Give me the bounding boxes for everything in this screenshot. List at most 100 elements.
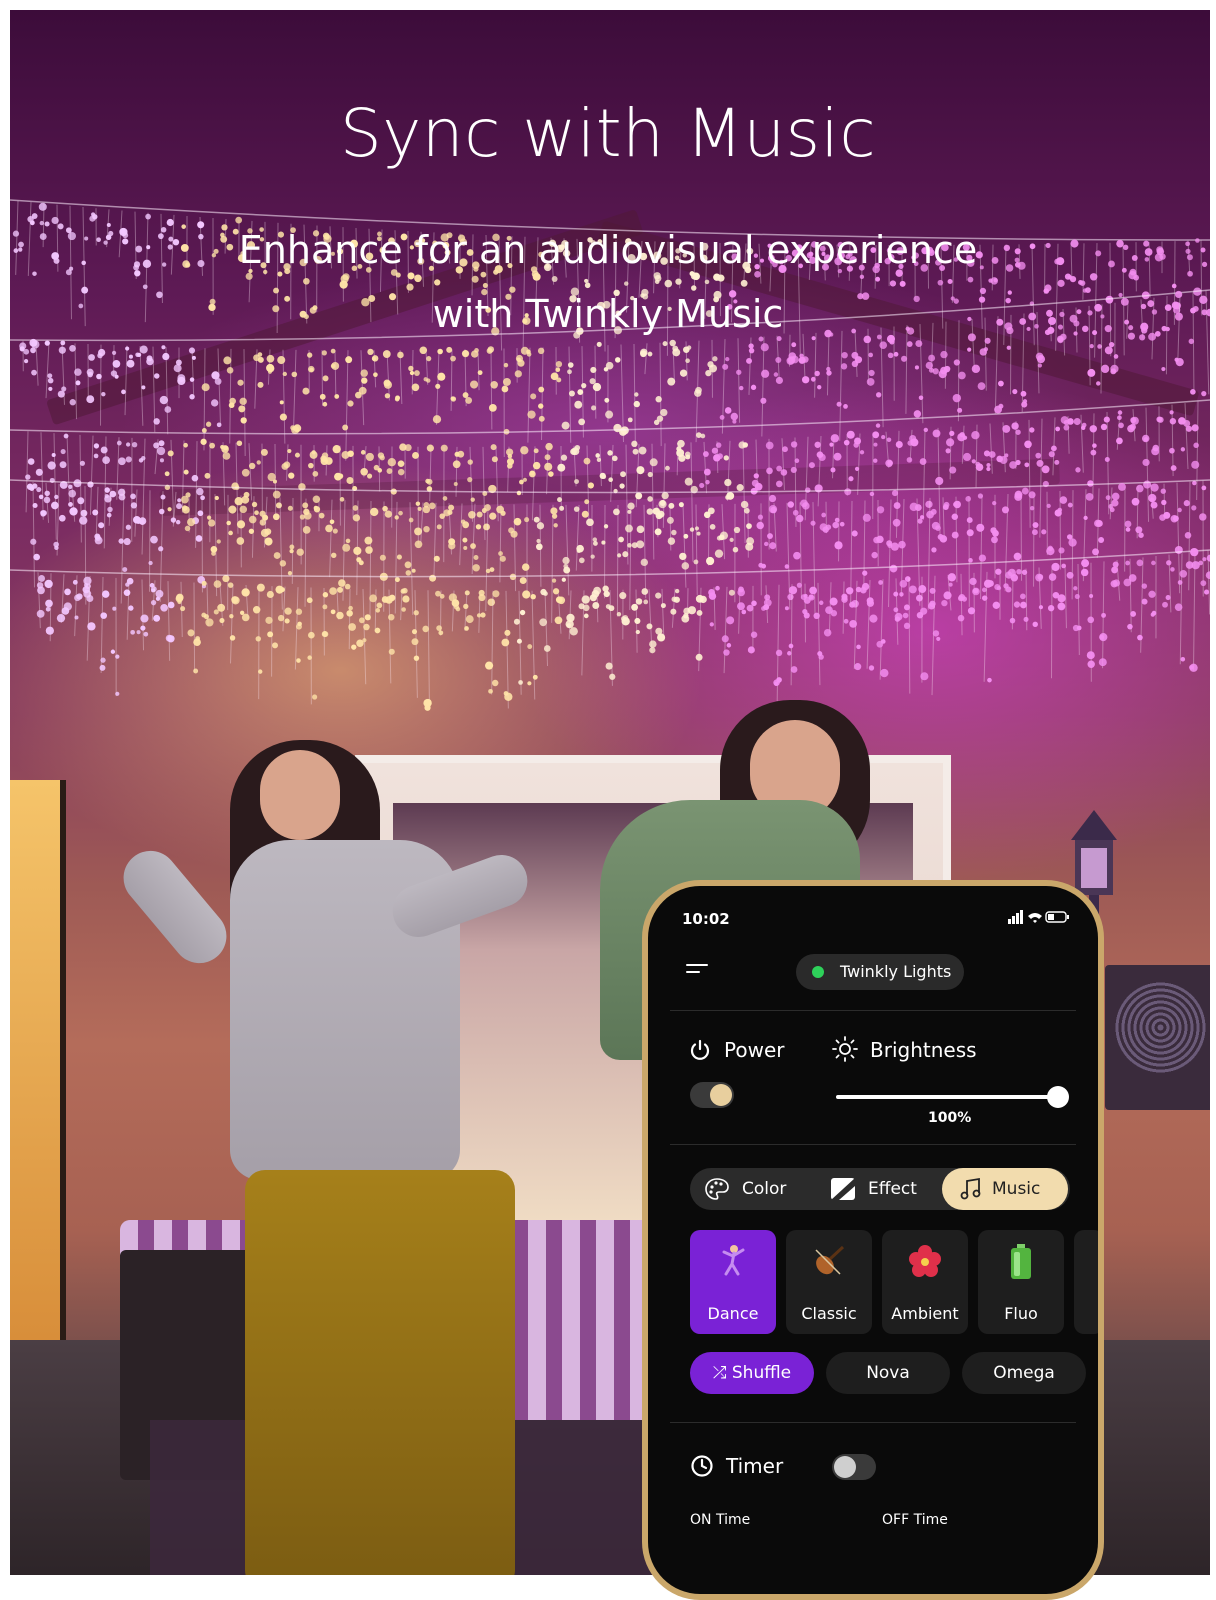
light-drop bbox=[430, 447, 431, 501]
light-bulb bbox=[1148, 591, 1155, 598]
light-bulb bbox=[844, 440, 850, 446]
light-bulb bbox=[764, 542, 768, 546]
light-bulb bbox=[107, 513, 112, 518]
light-bulb bbox=[975, 462, 980, 467]
light-bulb bbox=[109, 491, 116, 498]
light-bulb bbox=[730, 538, 734, 542]
light-bulb bbox=[217, 539, 221, 543]
brightness-slider-track[interactable] bbox=[836, 1095, 1058, 1099]
light-bulb bbox=[360, 468, 368, 476]
effect-next-partial[interactable] bbox=[1074, 1230, 1098, 1334]
light-bulb bbox=[503, 378, 511, 386]
effect-icon bbox=[830, 1177, 856, 1201]
light-bulb bbox=[478, 370, 483, 375]
light-bulb bbox=[377, 468, 382, 473]
light-bulb bbox=[1136, 485, 1144, 493]
light-bulb bbox=[1161, 367, 1165, 371]
light-bulb bbox=[949, 583, 953, 587]
light-drop bbox=[617, 505, 618, 617]
power-toggle[interactable] bbox=[690, 1082, 734, 1108]
light-drop bbox=[587, 446, 589, 521]
light-bulb bbox=[143, 632, 148, 637]
light-bulb bbox=[54, 546, 58, 550]
light-bulb bbox=[685, 358, 690, 363]
light-bulb bbox=[1067, 572, 1074, 579]
light-bulb bbox=[1161, 489, 1166, 494]
light-bulb bbox=[129, 355, 133, 359]
light-bulb bbox=[1058, 547, 1064, 553]
light-bulb bbox=[584, 614, 589, 619]
light-bulb bbox=[258, 352, 263, 357]
light-bulb bbox=[1090, 450, 1096, 456]
light-bulb bbox=[514, 518, 522, 526]
light-bulb bbox=[924, 428, 928, 432]
light-bulb bbox=[1081, 569, 1088, 576]
light-bulb bbox=[467, 477, 472, 482]
light-bulb bbox=[731, 413, 738, 420]
light-bulb bbox=[844, 619, 849, 624]
light-bulb bbox=[261, 449, 268, 456]
effect-dance[interactable]: Dance bbox=[690, 1230, 776, 1334]
light-bulb bbox=[703, 451, 709, 457]
light-bulb bbox=[550, 507, 557, 514]
light-drop bbox=[470, 447, 473, 522]
preset-nova[interactable]: Nova bbox=[826, 1352, 950, 1394]
brightness-label: Brightness bbox=[870, 1038, 977, 1062]
brightness-slider-handle[interactable] bbox=[1047, 1086, 1069, 1108]
timer-toggle[interactable] bbox=[832, 1454, 876, 1480]
light-bulb bbox=[98, 522, 104, 528]
light-bulb bbox=[230, 635, 235, 640]
light-bulb bbox=[456, 607, 460, 611]
person-left bbox=[160, 730, 540, 1575]
light-bulb bbox=[419, 346, 427, 354]
light-bulb bbox=[121, 390, 126, 395]
preset-shuffle[interactable]: ⤮ Shuffle bbox=[690, 1352, 814, 1394]
tab-music[interactable]: Music bbox=[942, 1168, 1068, 1210]
light-bulb bbox=[1110, 507, 1115, 512]
light-bulb bbox=[74, 615, 78, 619]
light-bulb bbox=[591, 554, 595, 558]
light-bulb bbox=[25, 474, 30, 479]
tab-effect[interactable]: Effect bbox=[816, 1168, 942, 1210]
light-bulb bbox=[1105, 346, 1113, 354]
device-selector[interactable]: Twinkly Lights bbox=[796, 954, 964, 990]
light-bulb bbox=[767, 533, 773, 539]
light-bulb bbox=[396, 272, 401, 277]
light-bulb bbox=[793, 552, 801, 560]
light-bulb bbox=[1065, 274, 1071, 280]
light-bulb bbox=[963, 453, 971, 461]
light-bulb bbox=[1028, 491, 1035, 498]
light-bulb bbox=[910, 438, 918, 446]
tab-color[interactable]: Color bbox=[690, 1168, 816, 1210]
light-bulb bbox=[1150, 483, 1158, 491]
light-bulb bbox=[657, 633, 665, 641]
light-bulb bbox=[655, 396, 661, 402]
light-bulb bbox=[296, 624, 302, 630]
light-bulb bbox=[862, 571, 867, 576]
effect-ambient[interactable]: Ambient bbox=[882, 1230, 968, 1334]
light-bulb bbox=[734, 527, 740, 533]
preset-omega[interactable]: Omega bbox=[962, 1352, 1086, 1394]
light-bulb bbox=[667, 378, 675, 386]
light-bulb bbox=[870, 492, 874, 496]
light-bulb bbox=[382, 506, 388, 512]
light-bulb bbox=[1114, 354, 1119, 359]
light-bulb bbox=[1081, 559, 1089, 567]
light-bulb bbox=[604, 398, 609, 403]
light-bulb bbox=[712, 448, 718, 454]
light-bulb bbox=[761, 370, 769, 378]
light-bulb bbox=[58, 391, 65, 398]
light-bulb bbox=[312, 450, 316, 454]
light-bulb bbox=[672, 348, 680, 356]
effect-classic[interactable]: Classic bbox=[786, 1230, 872, 1334]
light-drop bbox=[196, 441, 197, 548]
light-bulb bbox=[841, 596, 847, 602]
hamburger-icon[interactable] bbox=[686, 964, 708, 976]
light-bulb bbox=[140, 614, 148, 622]
light-bulb bbox=[880, 669, 888, 677]
light-bulb bbox=[582, 511, 589, 518]
light-bulb bbox=[130, 630, 135, 635]
light-bulb bbox=[1170, 567, 1175, 572]
light-bulb bbox=[360, 369, 368, 377]
effect-fluo[interactable]: Fluo bbox=[978, 1230, 1064, 1334]
